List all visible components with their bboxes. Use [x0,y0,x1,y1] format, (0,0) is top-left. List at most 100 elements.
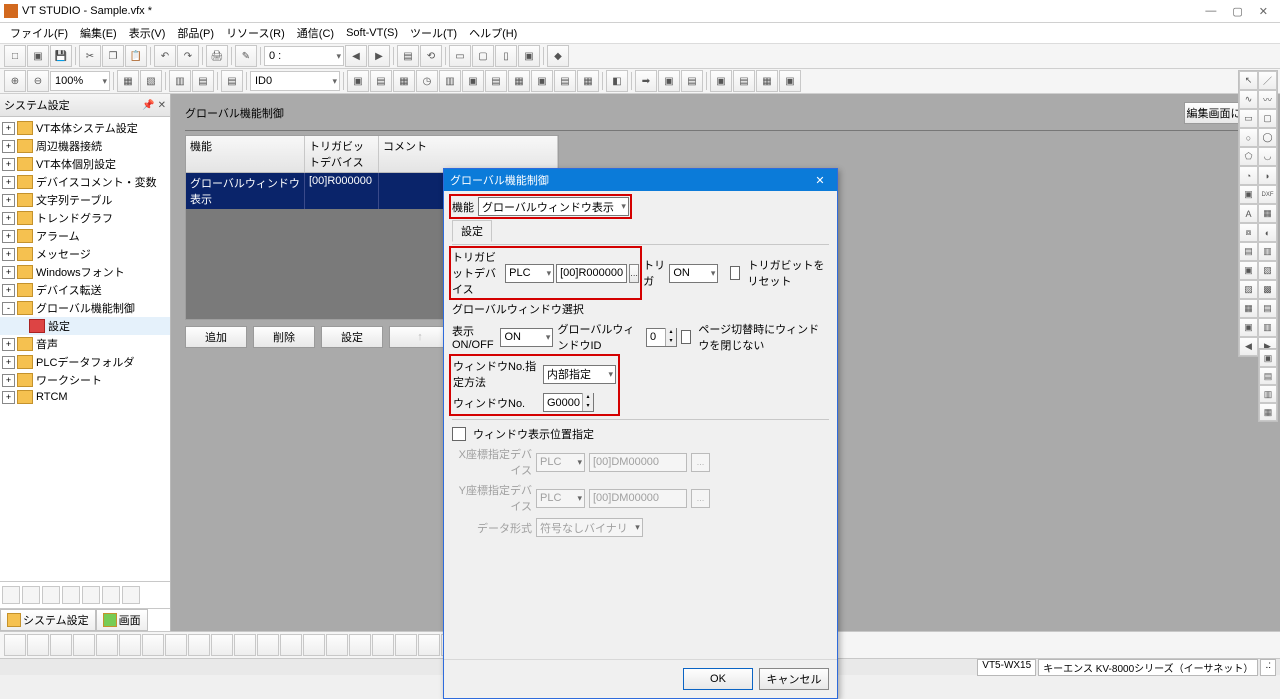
grid-b-icon[interactable]: ▤ [192,70,214,92]
bb11-icon[interactable] [234,634,256,656]
tree-item[interactable]: +VT本体個別設定 [0,155,170,173]
bb10-icon[interactable] [211,634,233,656]
bb18-icon[interactable] [395,634,417,656]
tree-item[interactable]: +デバイス転送 [0,281,170,299]
tp-curve-icon[interactable]: 〰 [1258,90,1277,109]
disp-select[interactable]: ON [500,328,553,347]
tree-toggle-icon[interactable]: + [2,122,15,135]
bb1-icon[interactable] [4,634,26,656]
tree-toggle-icon[interactable]: + [2,338,15,351]
tb-d-icon[interactable]: ▢ [472,45,494,67]
t2m-icon[interactable]: ➡ [635,70,657,92]
close-button[interactable]: ✕ [1259,5,1268,18]
t2l-icon[interactable]: ◧ [606,70,628,92]
gwid-spin[interactable]: 0 [646,328,677,347]
ok-button[interactable]: OK [683,668,753,690]
tree-toggle-icon[interactable]: + [2,140,15,153]
tree-toggle-icon[interactable]: + [2,194,15,207]
dialog-close-icon[interactable]: ✕ [809,174,831,187]
bb8-icon[interactable] [165,634,187,656]
tb-b-icon[interactable]: ⟲ [420,45,442,67]
tree-toggle-icon[interactable]: - [2,302,15,315]
tree-toggle-icon[interactable]: + [2,266,15,279]
tree-item[interactable]: +音声 [0,335,170,353]
tp-dxf-icon[interactable]: DXF [1258,185,1277,204]
tp-rect-icon[interactable]: ▭ [1239,109,1258,128]
menu-resource[interactable]: リソース(R) [220,23,291,43]
bb3-icon[interactable] [50,634,72,656]
save-icon[interactable]: 💾 [50,45,72,67]
up-button[interactable]: ↑ [389,326,451,348]
mp4-icon[interactable]: ▦ [1259,403,1277,421]
tb-e-icon[interactable]: ▯ [495,45,517,67]
tp-poly-icon[interactable]: ⬠ [1239,147,1258,166]
menu-view[interactable]: 表示(V) [123,23,172,43]
bb13-icon[interactable] [280,634,302,656]
bb4-icon[interactable] [73,634,95,656]
tree-toggle-icon[interactable]: + [2,284,15,297]
t2o-icon[interactable]: ▤ [681,70,703,92]
tree-item[interactable]: +トレンドグラフ [0,209,170,227]
menu-file[interactable]: ファイル(F) [4,23,74,43]
bb19-icon[interactable] [418,634,440,656]
copy-icon[interactable]: ❐ [102,45,124,67]
delete-button[interactable]: 削除 [253,326,315,348]
tree-toggle-icon[interactable]: + [2,248,15,261]
tp-b-icon[interactable]: ▥ [1258,242,1277,261]
tb-g-icon[interactable]: ◆ [547,45,569,67]
menu-edit[interactable]: 編集(E) [74,23,123,43]
tree-item[interactable]: +デバイスコメント・変数 [0,173,170,191]
page-keep-checkbox[interactable] [681,330,691,344]
tp-k-icon[interactable]: ◀ [1239,337,1258,356]
select-none-icon[interactable]: ▧ [140,70,162,92]
t2p-icon[interactable]: ▣ [710,70,732,92]
tree-item[interactable]: +Windowsフォント [0,263,170,281]
trig-dev-browse[interactable]: … [629,264,639,283]
st6-icon[interactable] [102,586,120,604]
tp-polyline-icon[interactable]: ∿ [1239,90,1258,109]
tab-screen[interactable]: 画面 [96,609,148,631]
zoom-out-icon[interactable]: ⊖ [27,70,49,92]
print-icon[interactable]: 🖨 [206,45,228,67]
edit-icon[interactable]: ✎ [235,45,257,67]
tp-arc-icon[interactable]: ◡ [1258,147,1277,166]
t2j-icon[interactable]: ▤ [554,70,576,92]
zoom-in-icon[interactable]: ⊕ [4,70,26,92]
screen-combo[interactable]: 0 : [264,46,344,66]
col-trig[interactable]: トリガビットデバイス [305,136,379,172]
tree-item[interactable]: +メッセージ [0,245,170,263]
tp-arrow-icon[interactable]: ↖ [1239,71,1258,90]
st7-icon[interactable] [122,586,140,604]
t2g-icon[interactable]: ▤ [485,70,507,92]
bb7-icon[interactable] [142,634,164,656]
menu-comm[interactable]: 通信(C) [291,23,340,43]
tp-fill-icon[interactable]: ◐ [1258,223,1277,242]
tree-toggle-icon[interactable]: + [2,230,15,243]
zoom-combo[interactable]: 100% [50,71,110,91]
tb-f-icon[interactable]: ▣ [518,45,540,67]
cancel-button[interactable]: キャンセル [759,668,829,690]
mp2-icon[interactable]: ▤ [1259,367,1277,385]
undo-icon[interactable]: ↶ [154,45,176,67]
tp-seg-icon[interactable]: ◗ [1258,166,1277,185]
winno-spin[interactable]: G0000 [543,393,594,412]
bb5-icon[interactable] [96,634,118,656]
tree-toggle-icon[interactable]: + [2,374,15,387]
lang-icon[interactable]: ▤ [221,70,243,92]
tp-j-icon[interactable]: ▥ [1258,318,1277,337]
tp-rrect-icon[interactable]: ▢ [1258,109,1277,128]
st1-icon[interactable] [2,586,20,604]
t2d-icon[interactable]: ◷ [416,70,438,92]
tree-toggle-icon[interactable]: + [2,212,15,225]
select-all-icon[interactable]: ▦ [117,70,139,92]
prev-icon[interactable]: ◀ [345,45,367,67]
tree-item[interactable]: +RTCM [0,389,170,405]
col-func[interactable]: 機能 [186,136,305,172]
tree-item[interactable]: +PLCデータフォルダ [0,353,170,371]
redo-icon[interactable]: ↷ [177,45,199,67]
tree-toggle-icon[interactable]: + [2,356,15,369]
trig-reset-checkbox[interactable] [730,266,740,280]
t2b-icon[interactable]: ▤ [370,70,392,92]
st4-icon[interactable] [62,586,80,604]
bb17-icon[interactable] [372,634,394,656]
